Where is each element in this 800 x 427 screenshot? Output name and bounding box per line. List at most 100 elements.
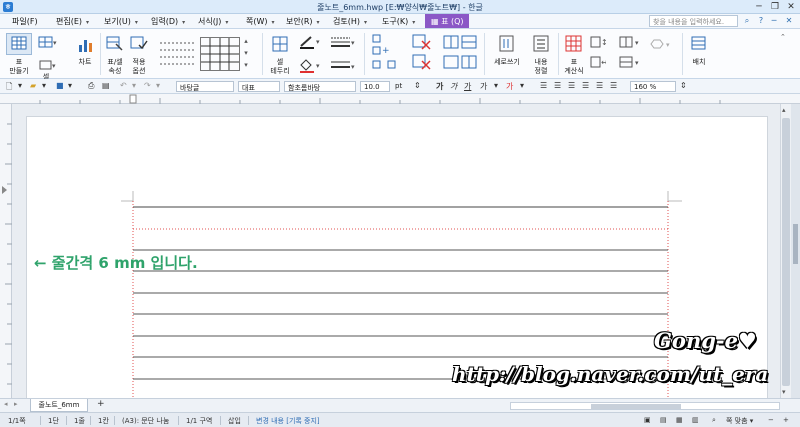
new-doc-icon[interactable]: 🗋: [6, 81, 12, 95]
restore-button[interactable]: ❐: [768, 1, 782, 13]
lang-select[interactable]: 대표: [238, 81, 280, 92]
italic-button[interactable]: 가: [450, 81, 457, 92]
merge-split-button[interactable]: [442, 33, 478, 73]
style-select[interactable]: 바탕글: [176, 81, 234, 92]
gallery-scroll[interactable]: ▴ ▾ ▾: [242, 35, 250, 73]
content-align-button[interactable]: [532, 35, 550, 53]
align-divide-icon[interactable]: ☰: [610, 81, 617, 90]
arrange-button[interactable]: [690, 35, 708, 53]
align-left-icon[interactable]: ☰: [554, 81, 561, 90]
table-calc-button[interactable]: [564, 35, 584, 53]
dropdown-icon[interactable]: ▾: [156, 81, 160, 90]
table-style-option-dotted[interactable]: [158, 37, 196, 71]
tab-next-icon[interactable]: ▸: [14, 400, 18, 408]
align-center-icon[interactable]: ☰: [582, 81, 589, 90]
side-panel-handle[interactable]: [793, 224, 798, 264]
line-style-button[interactable]: ▾: [330, 35, 358, 49]
search-icon[interactable]: ⌕: [742, 16, 752, 26]
horizontal-scrollbar[interactable]: [510, 402, 780, 410]
scroll-up-icon[interactable]: ▴: [782, 106, 786, 114]
chevron-down-icon[interactable]: ▾: [317, 19, 320, 26]
view-page-icon[interactable]: ▤: [660, 416, 667, 424]
chevron-down-icon[interactable]: ▾: [272, 19, 275, 26]
help-icon[interactable]: ?: [756, 16, 766, 26]
horizontal-ruler[interactable]: [0, 94, 800, 104]
table-edit-button[interactable]: ▾: [38, 35, 58, 49]
view-normal-icon[interactable]: ▣: [644, 416, 651, 424]
tab-document[interactable]: 줄노트_6mm: [30, 399, 88, 412]
chevron-down-icon[interactable]: ▾: [86, 19, 89, 26]
view-outline-icon[interactable]: ▥: [692, 416, 699, 424]
cell-border-button[interactable]: [270, 35, 290, 53]
font-select[interactable]: 함초롬바탕: [284, 81, 356, 92]
print-icon[interactable]: ⎙: [88, 81, 94, 91]
line-width-button[interactable]: ▾: [330, 59, 358, 73]
chevron-down-icon[interactable]: ▾: [225, 19, 228, 26]
open-folder-icon[interactable]: ▰: [30, 81, 36, 90]
minimize-button[interactable]: ─: [752, 1, 766, 13]
scroll-down-icon[interactable]: ▾: [782, 388, 786, 396]
menu-insert[interactable]: 입력(D) ▾: [151, 16, 185, 27]
chevron-down-icon[interactable]: ▾: [182, 19, 185, 26]
add-tab-button[interactable]: +: [97, 399, 105, 409]
cell-button[interactable]: ▾: [38, 59, 58, 73]
undo-icon[interactable]: ↶: [120, 81, 127, 90]
menu-review[interactable]: 검토(H) ▾: [333, 16, 367, 27]
menu-edit[interactable]: 편집(E) ▾: [56, 16, 89, 27]
font-unit[interactable]: pt: [392, 81, 412, 92]
status-track-changes[interactable]: 변경 내용 [기록 중지]: [256, 416, 320, 426]
strike-icon[interactable]: 가: [480, 81, 487, 92]
menu-tools[interactable]: 도구(K) ▾: [382, 16, 415, 27]
view-web-icon[interactable]: ▦: [676, 416, 683, 424]
status-insert[interactable]: 삽입: [228, 416, 241, 426]
dropdown-icon[interactable]: ▾: [494, 81, 498, 90]
size-stepper-icon[interactable]: ⇕: [414, 81, 421, 90]
table-style-option-grid[interactable]: [200, 37, 240, 71]
close-doc-icon[interactable]: ✕: [784, 16, 794, 26]
cell-size-button[interactable]: ↕ ↔: [590, 35, 608, 71]
dropdown-icon[interactable]: ▾: [520, 81, 524, 90]
apply-options-button[interactable]: [130, 35, 148, 51]
hscroll-thumb[interactable]: [591, 404, 681, 409]
preview-icon[interactable]: ▤: [102, 81, 110, 90]
chevron-down-icon[interactable]: ▾: [412, 19, 415, 26]
vertical-write-button[interactable]: [498, 35, 516, 53]
minimize-doc-icon[interactable]: ─: [769, 16, 779, 26]
menu-format[interactable]: 서식(J) ▾: [198, 16, 228, 27]
menu-security[interactable]: 보안(R) ▾: [286, 16, 320, 27]
menu-page[interactable]: 쪽(W) ▾: [246, 16, 275, 27]
save-icon[interactable]: ■: [56, 81, 64, 90]
delete-rows-cols-button[interactable]: [410, 33, 436, 73]
align-justify-icon[interactable]: ☰: [540, 81, 547, 90]
tab-prev-icon[interactable]: ◂: [4, 400, 8, 408]
status-page[interactable]: 1/1쪽: [8, 416, 26, 426]
dropdown-icon[interactable]: ▾: [132, 81, 136, 90]
dropdown-icon[interactable]: ▾: [68, 81, 72, 90]
zoom-out-icon[interactable]: −: [768, 416, 774, 424]
font-color-icon[interactable]: 가: [506, 81, 513, 92]
zoom-input[interactable]: 160 %: [630, 81, 676, 92]
table-shape-button[interactable]: ▾: [650, 37, 678, 51]
zoom-fit-select[interactable]: 쪽 맞춤 ▾: [726, 416, 753, 426]
tab-table[interactable]: ▦ 표 (Q) ▾: [425, 14, 469, 36]
vertical-ruler[interactable]: [0, 104, 12, 398]
chevron-down-icon[interactable]: ▾: [135, 19, 138, 26]
dropdown-icon[interactable]: ▾: [18, 81, 22, 90]
cell-spacing-button[interactable]: ▾ ▾: [618, 35, 644, 71]
close-button[interactable]: ✕: [784, 1, 798, 13]
table-props-button[interactable]: [106, 35, 124, 51]
collapse-ribbon-icon[interactable]: ⌃: [780, 33, 792, 43]
insert-rows-cols-button[interactable]: +: [370, 33, 400, 73]
bold-button[interactable]: 가: [436, 81, 443, 92]
zoom-search-icon[interactable]: ⌕: [712, 416, 716, 425]
align-right-icon[interactable]: ☰: [568, 81, 575, 90]
table-create-button[interactable]: [6, 33, 32, 55]
side-panel-strip[interactable]: [791, 104, 800, 398]
chevron-down-icon[interactable]: ▾: [364, 19, 367, 26]
fill-color-button[interactable]: ▾: [298, 59, 324, 73]
scrollbar-thumb[interactable]: [782, 118, 790, 386]
help-search-input[interactable]: 찾을 내용을 입력하세요.: [649, 15, 738, 27]
chart-button[interactable]: [76, 37, 94, 53]
zoom-stepper-icon[interactable]: ⇕: [680, 81, 687, 90]
vertical-scrollbar[interactable]: ▴ ▾: [780, 104, 791, 398]
